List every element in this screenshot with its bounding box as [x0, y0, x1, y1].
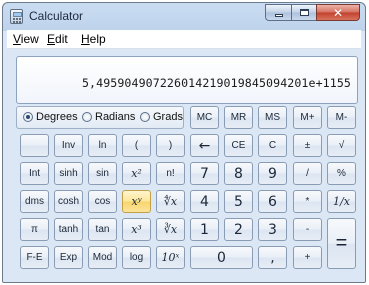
pi-button[interactable]: π [20, 218, 49, 241]
cos-button[interactable]: cos [88, 190, 117, 213]
inverse-button[interactable]: Inv [54, 134, 83, 157]
divide-button[interactable]: / [293, 162, 322, 185]
radio-unselected-icon [82, 112, 92, 122]
fixed-exponent-button[interactable]: F-E [20, 246, 49, 269]
digit-2-button[interactable]: 2 [224, 218, 253, 241]
calculator-app-icon [10, 9, 23, 24]
maximize-button[interactable] [291, 4, 316, 21]
radio-selected-icon [23, 112, 33, 122]
menu-edit[interactable]: Edit [47, 32, 68, 46]
menu-view[interactable]: View [13, 32, 39, 46]
tanh-button[interactable]: tanh [54, 218, 83, 241]
digit-7-button[interactable]: 7 [190, 162, 219, 185]
radio-degrees[interactable]: Degrees [23, 111, 78, 123]
digit-9-button[interactable]: 9 [258, 162, 287, 185]
menu-bar: View Edit Help [7, 30, 361, 49]
reciprocal-button[interactable]: 1/x [327, 190, 356, 213]
y-root-button[interactable]: ∜x [156, 190, 185, 213]
digit-1-button[interactable]: 1 [190, 218, 219, 241]
factorial-button[interactable]: n! [156, 162, 185, 185]
window-title: Calculator [29, 9, 84, 23]
log-button[interactable]: log [122, 246, 151, 269]
square-root-button[interactable]: √ [327, 134, 356, 157]
add-button[interactable]: + [293, 246, 322, 269]
percent-button[interactable]: % [327, 162, 356, 185]
title-bar[interactable]: Calculator ✕ [3, 3, 365, 30]
minimize-button[interactable] [265, 4, 291, 21]
memory-recall-button[interactable]: MR [224, 106, 253, 129]
clear-entry-button[interactable]: CE [224, 134, 253, 157]
sin-button[interactable]: sin [88, 162, 117, 185]
memory-add-button[interactable]: M+ [293, 106, 322, 129]
cube-root-button[interactable]: ∛x [156, 218, 185, 241]
close-icon: ✕ [332, 5, 344, 20]
memory-clear-button[interactable]: MC [190, 106, 219, 129]
multiply-button[interactable]: * [293, 190, 322, 213]
negate-button[interactable]: ± [293, 134, 322, 157]
modulo-button[interactable]: Mod [88, 246, 117, 269]
close-paren-button[interactable]: ) [156, 134, 185, 157]
digit-0-button[interactable]: 0 [190, 246, 253, 269]
digit-6-button[interactable]: 6 [258, 190, 287, 213]
clear-button[interactable]: C [258, 134, 287, 157]
radio-degrees-label: Degrees [36, 111, 78, 123]
digit-4-button[interactable]: 4 [190, 190, 219, 213]
digit-8-button[interactable]: 8 [224, 162, 253, 185]
radio-radians-label: Radians [95, 111, 136, 123]
maximize-icon [299, 9, 309, 16]
memory-subtract-button[interactable]: M- [327, 106, 356, 129]
memory-store-button[interactable]: MS [258, 106, 287, 129]
open-paren-button[interactable]: ( [122, 134, 151, 157]
display-value: 5,4959049072260142190198450942​01e+1155 [81, 76, 351, 90]
close-button[interactable]: ✕ [316, 4, 360, 21]
tan-button[interactable]: tan [88, 218, 117, 241]
radio-grads-label: Grads [153, 111, 183, 123]
equals-button[interactable]: = [327, 218, 356, 269]
radio-radians[interactable]: Radians [82, 111, 135, 123]
ln-button[interactable]: ln [88, 134, 117, 157]
backspace-button[interactable]: ← [190, 134, 219, 157]
square-button[interactable]: x² [122, 162, 151, 185]
ten-power-button[interactable]: 10ˣ [156, 246, 185, 269]
blank-button[interactable] [20, 134, 49, 157]
menu-help[interactable]: Help [81, 32, 106, 46]
power-button[interactable]: xʸ [122, 190, 151, 213]
cube-button[interactable]: x³ [122, 218, 151, 241]
exp-button[interactable]: Exp [54, 246, 83, 269]
radio-unselected-icon [140, 112, 150, 122]
digit-3-button[interactable]: 3 [258, 218, 287, 241]
subtract-button[interactable]: - [293, 218, 322, 241]
minimize-icon [274, 14, 283, 17]
angle-mode-group: Degrees Radians Grads [16, 106, 184, 129]
cosh-button[interactable]: cosh [54, 190, 83, 213]
decimal-button[interactable]: , [258, 246, 287, 269]
dms-button[interactable]: dms [20, 190, 49, 213]
result-display: 5,4959049072260142190198450942​01e+1155 [16, 56, 358, 104]
radio-grads[interactable]: Grads [140, 111, 183, 123]
digit-5-button[interactable]: 5 [224, 190, 253, 213]
integer-button[interactable]: Int [20, 162, 49, 185]
sinh-button[interactable]: sinh [54, 162, 83, 185]
